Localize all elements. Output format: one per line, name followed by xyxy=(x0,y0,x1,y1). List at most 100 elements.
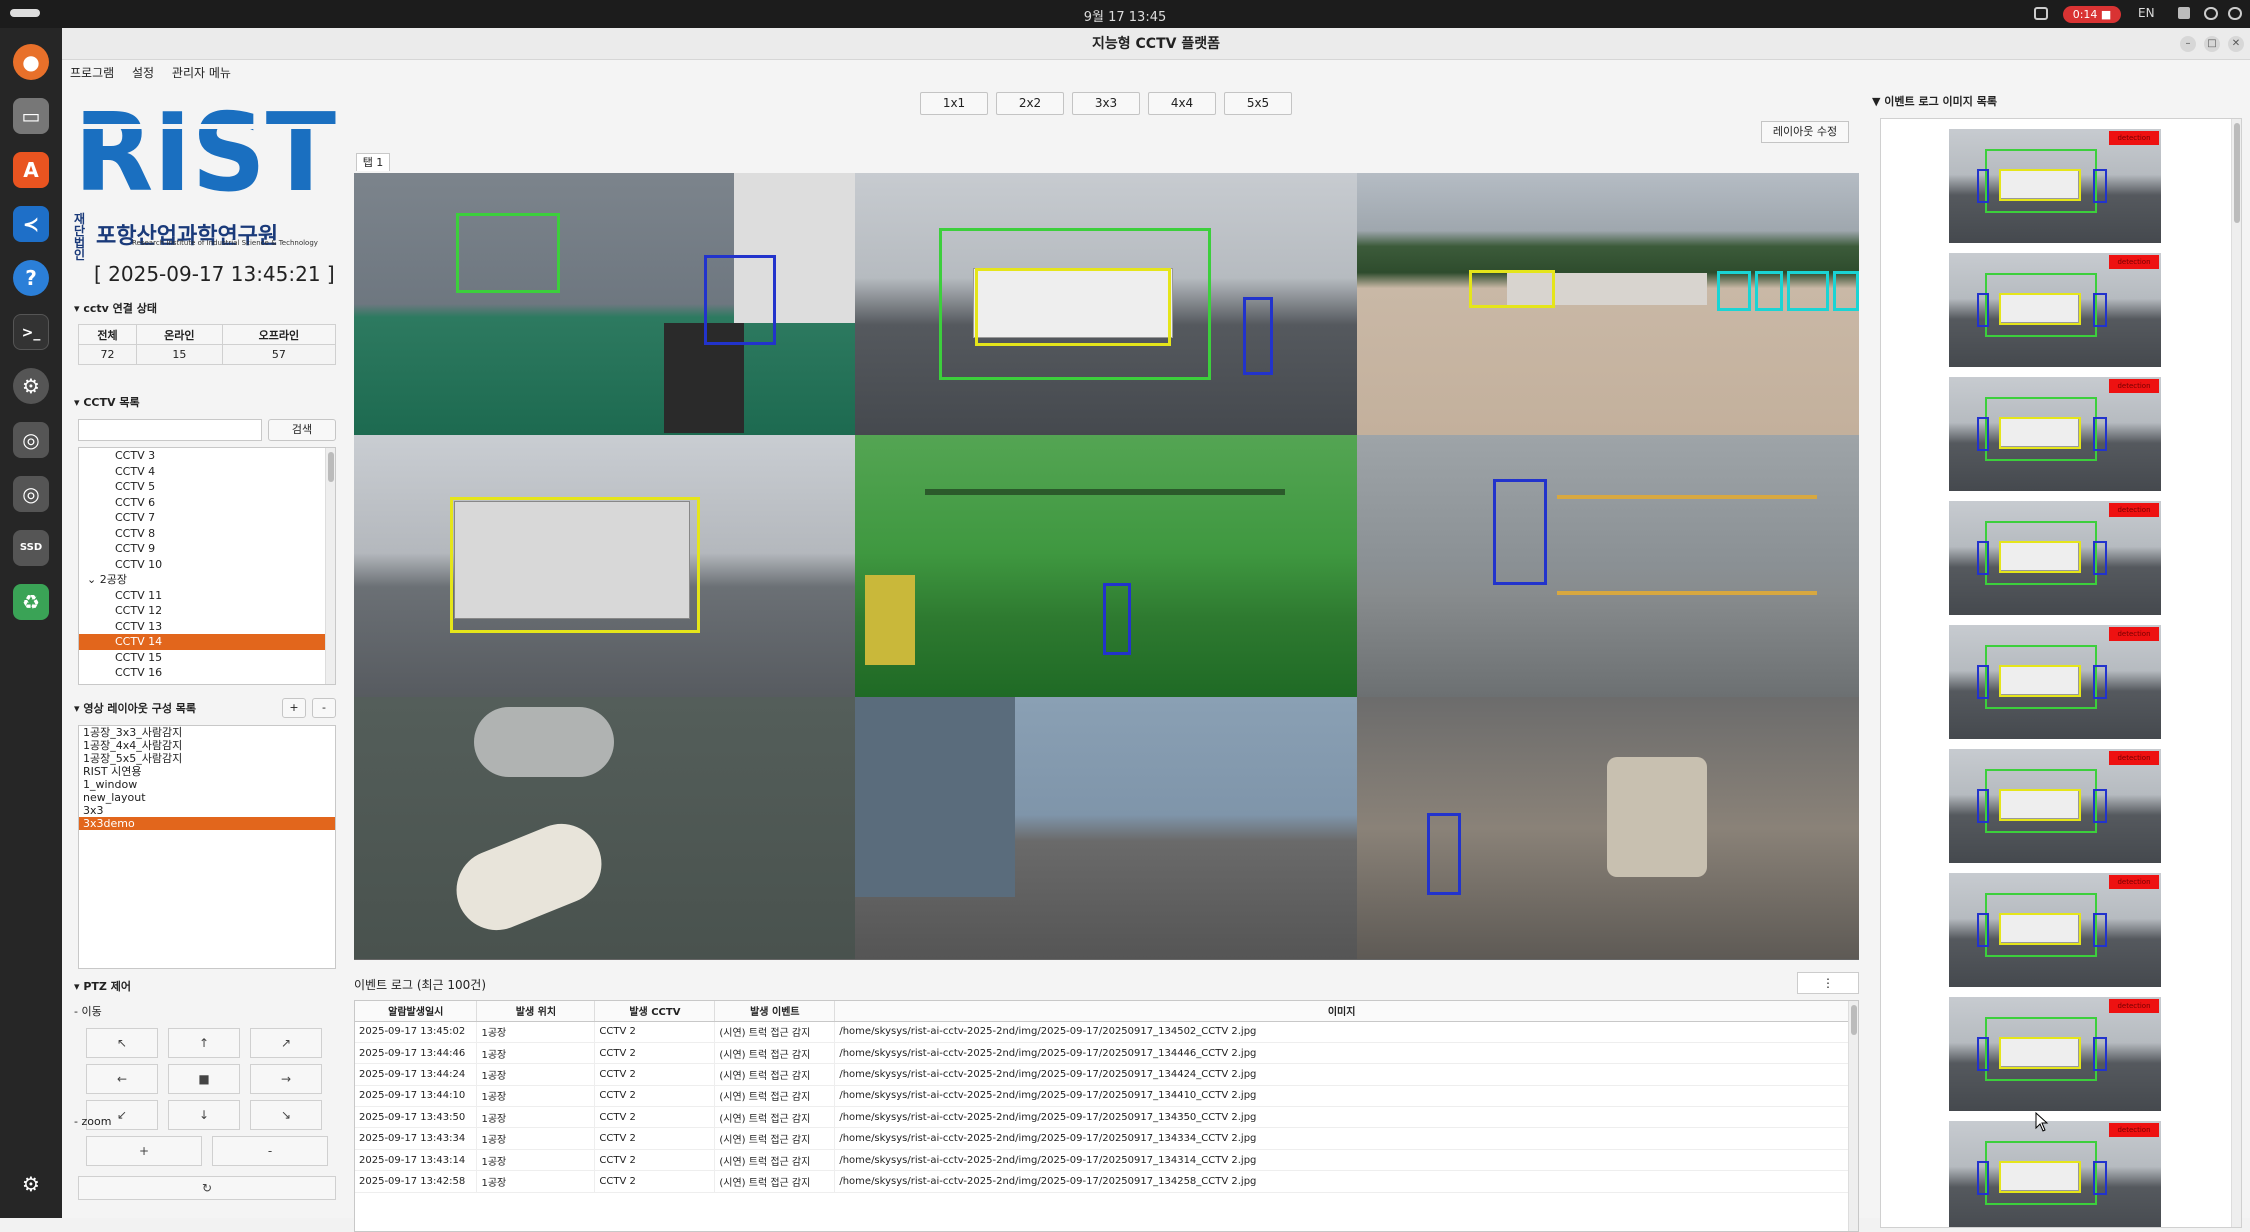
ptz-up-left-button[interactable]: ↖ xyxy=(86,1028,158,1058)
event-row[interactable]: 2025-09-17 13:43:14 1공장 CCTV 2 (시연) 트럭 접근 감… xyxy=(355,1149,1849,1172)
files-icon[interactable]: ▭ xyxy=(13,98,49,134)
camera-view-3[interactable] xyxy=(1357,173,1859,435)
close-button[interactable]: ✕ xyxy=(2228,36,2244,52)
help-icon[interactable]: ? xyxy=(13,260,49,296)
camera-view-8[interactable] xyxy=(855,697,1357,959)
connection-status-header[interactable]: ▾ cctv 연결 상태 xyxy=(74,300,157,316)
event-image-list[interactable]: detection detection detection detection dete… xyxy=(1880,118,2242,1228)
event-thumbnail[interactable]: detection xyxy=(1949,377,2161,491)
cctv-search-input[interactable] xyxy=(78,419,262,441)
zoom-in-button[interactable]: + xyxy=(86,1136,202,1166)
search-button[interactable]: 검색 xyxy=(268,419,336,441)
layout-list-item[interactable]: 1공장_4x4_사람감지 xyxy=(79,739,335,752)
event-log-scrollbar[interactable] xyxy=(1848,1001,1858,1231)
camera-view-5[interactable] xyxy=(855,435,1357,697)
ptz-stop-button[interactable]: ■ xyxy=(168,1064,240,1094)
layout-list-header[interactable]: ▾ 영상 레이아웃 구성 목록 xyxy=(74,700,196,716)
grid-5x5-button[interactable]: 5x5 xyxy=(1224,92,1292,115)
cctv-list-item[interactable]: CCTV 9 xyxy=(79,541,335,557)
layout-edit-button[interactable]: 레이아웃 수정 xyxy=(1761,121,1849,143)
ptz-up-button[interactable]: ↑ xyxy=(168,1028,240,1058)
settings-icon[interactable]: ⚙ xyxy=(13,368,49,404)
event-row[interactable]: 2025-09-17 13:44:46 1공장 CCTV 2 (시연) 트럭 접근 감… xyxy=(355,1042,1849,1065)
cctv-list-item[interactable]: CCTV 10 xyxy=(79,557,335,573)
grid-2x2-button[interactable]: 2x2 xyxy=(996,92,1064,115)
camera-view-6[interactable] xyxy=(1357,435,1859,697)
grid-4x4-button[interactable]: 4x4 xyxy=(1148,92,1216,115)
cctv-list-item[interactable]: CCTV 5 xyxy=(79,479,335,495)
cctv-list-item[interactable]: CCTV 16 xyxy=(79,665,335,681)
event-col-header[interactable]: 발생 이벤트 xyxy=(714,1001,836,1022)
system-clock[interactable]: 9월 17 13:45 xyxy=(0,6,2250,25)
event-col-header[interactable]: 발생 CCTV xyxy=(594,1001,716,1022)
volume-icon[interactable] xyxy=(2204,7,2218,20)
layout-list-item[interactable]: 1공장_5x5_사람감지 xyxy=(79,752,335,765)
minimize-button[interactable]: – xyxy=(2180,36,2196,52)
tree-group[interactable]: ⌄ 2공장 xyxy=(79,572,335,588)
camera-view-2[interactable] xyxy=(855,173,1357,435)
layout-list-item[interactable]: RIST 시연용 xyxy=(79,765,335,778)
event-thumbnail[interactable]: detection xyxy=(1949,501,2161,615)
event-col-header[interactable]: 발생 위치 xyxy=(476,1001,596,1022)
apps-grid-icon[interactable]: ⚙ xyxy=(13,1166,49,1202)
camera-view-1[interactable] xyxy=(354,173,856,435)
trash-icon[interactable]: ♻ xyxy=(13,584,49,620)
cctv-tree[interactable]: CCTV 3 CCTV 4 CCTV 5 CCTV 6 CCTV 7 CCTV 8 CCTV… xyxy=(78,447,336,685)
event-col-header[interactable]: 이미지 xyxy=(834,1001,1849,1022)
ptz-right-button[interactable]: → xyxy=(250,1064,322,1094)
cctv-list-item[interactable]: CCTV 6 xyxy=(79,495,335,511)
more-options-icon[interactable]: ⋮ xyxy=(1797,972,1859,994)
event-row[interactable]: 2025-09-17 13:44:10 1공장 CCTV 2 (시연) 트럭 접근 감… xyxy=(355,1085,1849,1108)
app-store-icon[interactable]: A xyxy=(13,152,49,188)
event-thumbnail[interactable]: detection xyxy=(1949,749,2161,863)
cctv-list-item[interactable]: CCTV 13 xyxy=(79,619,335,635)
ptz-left-button[interactable]: ← xyxy=(86,1064,158,1094)
camera-view-4[interactable] xyxy=(354,435,856,697)
ptz-reset-button[interactable]: ↻ xyxy=(78,1176,336,1200)
ptz-header[interactable]: ▾ PTZ 제어 xyxy=(74,978,131,994)
event-row[interactable]: 2025-09-17 13:43:50 1공장 CCTV 2 (시연) 트럭 접근 감… xyxy=(355,1106,1849,1129)
network-icon[interactable] xyxy=(2178,7,2190,19)
remove-layout-button[interactable]: - xyxy=(312,698,336,718)
cctv-list-item[interactable]: CCTV 3 xyxy=(79,448,335,464)
grid-1x1-button[interactable]: 1x1 xyxy=(920,92,988,115)
ptz-down-right-button[interactable]: ↘ xyxy=(250,1100,322,1130)
camera-view-7[interactable] xyxy=(354,697,856,959)
event-thumbnail[interactable]: detection xyxy=(1949,1121,2161,1227)
cctv-list-item[interactable]: CCTV 4 xyxy=(79,464,335,480)
vscode-icon[interactable]: ≺ xyxy=(13,206,49,242)
power-icon[interactable] xyxy=(2228,7,2242,20)
layout-list-item[interactable]: 3x3 xyxy=(79,804,335,817)
layout-list-item[interactable]: 3x3demo xyxy=(79,817,335,830)
terminal-icon[interactable]: >_ xyxy=(13,314,49,350)
menu-admin[interactable]: 관리자 메뉴 xyxy=(172,66,231,80)
cctv-list-item[interactable]: CCTV 7 xyxy=(79,510,335,526)
event-row[interactable]: 2025-09-17 13:45:02 1공장 CCTV 2 (시연) 트럭 접근 감… xyxy=(355,1021,1849,1043)
menu-settings[interactable]: 설정 xyxy=(132,66,154,80)
grid-3x3-button[interactable]: 3x3 xyxy=(1072,92,1140,115)
image-list-scrollbar[interactable] xyxy=(2231,119,2241,1227)
screen-icon[interactable] xyxy=(2034,7,2048,20)
camera-view-9[interactable] xyxy=(1357,697,1859,959)
zoom-out-button[interactable]: - xyxy=(212,1136,328,1166)
cctv-list-item[interactable]: CCTV 11 xyxy=(79,588,335,604)
record-indicator[interactable]: 0:14 ■ xyxy=(2063,6,2121,23)
cctv-list-item[interactable]: CCTV 15 xyxy=(79,650,335,666)
layout-list-item[interactable]: 1_window xyxy=(79,778,335,791)
cctv-list-item[interactable]: CCTV 14 xyxy=(79,634,335,650)
menu-program[interactable]: 프로그램 xyxy=(70,66,114,80)
cctv-list-header[interactable]: ▾ CCTV 목록 xyxy=(74,394,140,410)
layout-list-item[interactable]: new_layout xyxy=(79,791,335,804)
event-thumbnail[interactable]: detection xyxy=(1949,253,2161,367)
event-thumbnail[interactable]: detection xyxy=(1949,997,2161,1111)
event-col-header[interactable]: 알람발생일시 xyxy=(355,1001,478,1022)
tree-scrollbar[interactable] xyxy=(325,448,335,684)
firefox-icon[interactable]: ● xyxy=(13,44,49,80)
event-images-header[interactable]: ▼ 이벤트 로그 이미지 목록 xyxy=(1872,93,1997,109)
event-thumbnail[interactable]: detection xyxy=(1949,129,2161,243)
event-row[interactable]: 2025-09-17 13:44:24 1공장 CCTV 2 (시연) 트럭 접근 감… xyxy=(355,1063,1849,1086)
event-thumbnail[interactable]: detection xyxy=(1949,873,2161,987)
ptz-down-button[interactable]: ↓ xyxy=(168,1100,240,1130)
ssd-icon[interactable]: SSD xyxy=(13,530,49,566)
event-row[interactable]: 2025-09-17 13:42:58 1공장 CCTV 2 (시연) 트럭 접근 감… xyxy=(355,1170,1849,1193)
